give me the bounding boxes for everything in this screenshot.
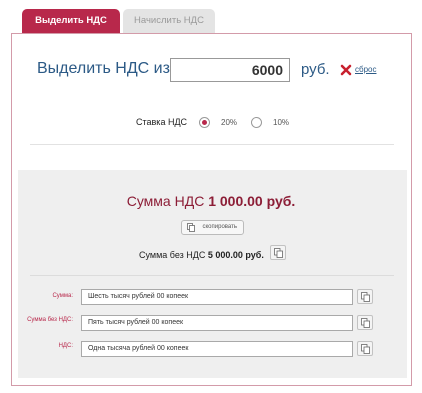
words-sum-field[interactable]: Шесть тысяч рублей 00 копеек: [81, 289, 353, 305]
words-without-field[interactable]: Пять тысяч рублей 00 копеек: [81, 315, 353, 331]
copy-icon: [361, 344, 370, 354]
words-without-label: Сумма без НДС:: [27, 317, 73, 323]
currency-label: руб.: [301, 61, 330, 78]
copy-icon: [361, 318, 370, 328]
rate-20-label[interactable]: 20%: [221, 118, 237, 127]
rate-10-label[interactable]: 10%: [273, 118, 289, 127]
copy-icon: [274, 248, 283, 258]
vat-sum-value: 1 000.00 руб.: [208, 193, 296, 209]
rate-label: Ставка НДС: [136, 117, 188, 127]
tab-extract-vat[interactable]: Выделить НДС: [22, 9, 120, 33]
without-vat-label: Сумма без НДС: [139, 250, 206, 260]
reset-link[interactable]: сброс: [355, 65, 376, 74]
close-icon[interactable]: [340, 64, 352, 76]
divider: [30, 275, 394, 276]
amount-input[interactable]: [170, 58, 290, 82]
rate-10-radio[interactable]: [251, 117, 262, 128]
without-vat-value: 5 000.00 руб.: [207, 250, 264, 260]
copy-words-without-button[interactable]: [357, 315, 373, 330]
form-title: Выделить НДС из: [37, 60, 170, 77]
words-sum-label: Сумма:: [52, 293, 73, 299]
copy-button[interactable]: скопировать: [181, 220, 244, 235]
divider: [30, 144, 394, 145]
copy-words-vat-button[interactable]: [357, 341, 373, 356]
words-vat-label: НДС:: [58, 343, 73, 349]
vat-sum-label: Сумма НДС: [126, 193, 205, 209]
copy-without-button[interactable]: [270, 245, 286, 260]
without-vat: Сумма без НДС 5 000.00 руб.: [139, 250, 264, 260]
words-vat-field[interactable]: Одна тысяча рублей 00 копеек: [81, 341, 353, 357]
copy-icon: [187, 223, 195, 232]
copy-words-sum-button[interactable]: [357, 289, 373, 304]
vat-sum: Сумма НДС 1 000.00 руб.: [0, 193, 422, 209]
copy-button-label: скопировать: [202, 224, 237, 230]
copy-icon: [361, 292, 370, 302]
tab-add-vat[interactable]: Начислить НДС: [123, 9, 215, 33]
rate-20-radio[interactable]: [199, 117, 210, 128]
